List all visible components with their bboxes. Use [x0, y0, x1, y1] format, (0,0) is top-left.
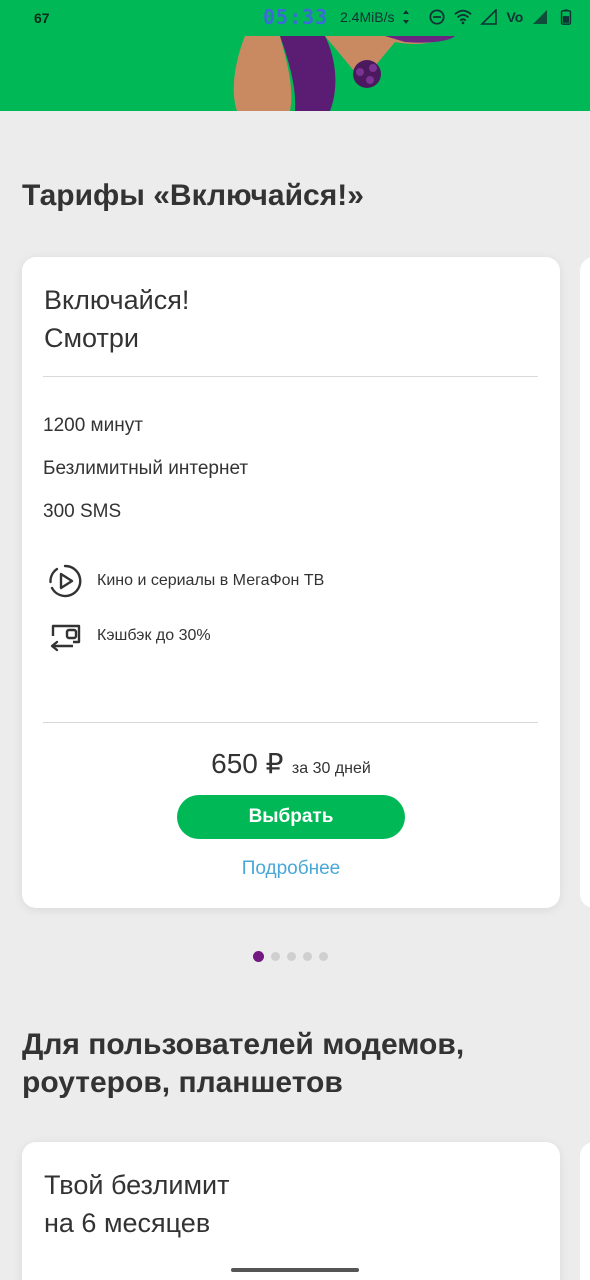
- pagination-dot[interactable]: [287, 952, 296, 961]
- pagination-dot[interactable]: [271, 952, 280, 961]
- dnd-icon: [429, 9, 446, 25]
- network-speed: 2.4MiB/s: [340, 9, 395, 25]
- choose-button[interactable]: Выбрать: [177, 795, 405, 839]
- more-details-link[interactable]: Подробнее: [22, 858, 560, 880]
- tariff-card-modem[interactable]: Твой безлимит на 6 месяцев: [22, 1142, 560, 1280]
- signal-icon-2: [533, 10, 548, 24]
- section-title-modems: Для пользователей модемов, роутеров, пла…: [22, 1028, 465, 1099]
- tariff-name-line1: Твой безлимит: [44, 1170, 230, 1200]
- option-cashback: Кэшбэк до 30%: [47, 618, 211, 654]
- feature-minutes: 1200 минут: [43, 415, 143, 436]
- section-title-tariffs: Тарифы «Включайся!»: [22, 179, 364, 212]
- home-indicator[interactable]: [231, 1268, 359, 1272]
- wifi-icon: [454, 9, 473, 25]
- carousel-pagination: [253, 951, 328, 962]
- header-banner: 67 05:33 2.4MiB/s Vo: [0, 0, 590, 111]
- status-icons: 2.4MiB/s Vo: [340, 9, 575, 25]
- tariff-name: Включайся! Смотри: [44, 281, 524, 357]
- price-period: за 30 дней: [291, 760, 371, 777]
- tariff-card[interactable]: Включайся! Смотри 1200 минут Безлимитный…: [22, 257, 560, 908]
- status-notification-count: 67: [34, 10, 50, 26]
- tariff-name-line2: на 6 месяцев: [44, 1208, 211, 1238]
- tariff-name-line1: Включайся!: [44, 285, 190, 315]
- volte-icon: Vo: [506, 9, 524, 25]
- feature-sms: 300 SMS: [43, 501, 122, 522]
- banner-illustration: [233, 36, 455, 111]
- option-label: Кино и сериалы в МегаФон ТВ: [97, 572, 325, 589]
- status-time: 05:33: [263, 5, 329, 29]
- card-divider: [43, 376, 538, 377]
- tariff-name-line2: Смотри: [44, 323, 139, 353]
- play-circle-icon: [49, 564, 82, 598]
- signal-icon: [480, 9, 498, 25]
- price-block: 650 ₽ за 30 дней: [22, 747, 560, 780]
- pagination-dot-active[interactable]: [253, 951, 264, 962]
- option-megafon-tv: Кино и сериалы в МегаФон ТВ: [47, 563, 324, 599]
- pagination-dot[interactable]: [303, 952, 312, 961]
- next-card-peek[interactable]: [580, 257, 590, 908]
- data-arrows-icon: [403, 10, 410, 24]
- tariff-name: Твой безлимит на 6 месяцев: [44, 1166, 524, 1242]
- card-divider: [43, 722, 538, 723]
- feature-internet: Безлимитный интернет: [43, 458, 249, 479]
- cashback-icon: [50, 624, 81, 652]
- battery-icon: [561, 9, 572, 25]
- pagination-dot[interactable]: [319, 952, 328, 961]
- next-card-peek[interactable]: [580, 1142, 590, 1280]
- price-amount: 650 ₽: [211, 748, 284, 779]
- option-label: Кэшбэк до 30%: [97, 627, 211, 644]
